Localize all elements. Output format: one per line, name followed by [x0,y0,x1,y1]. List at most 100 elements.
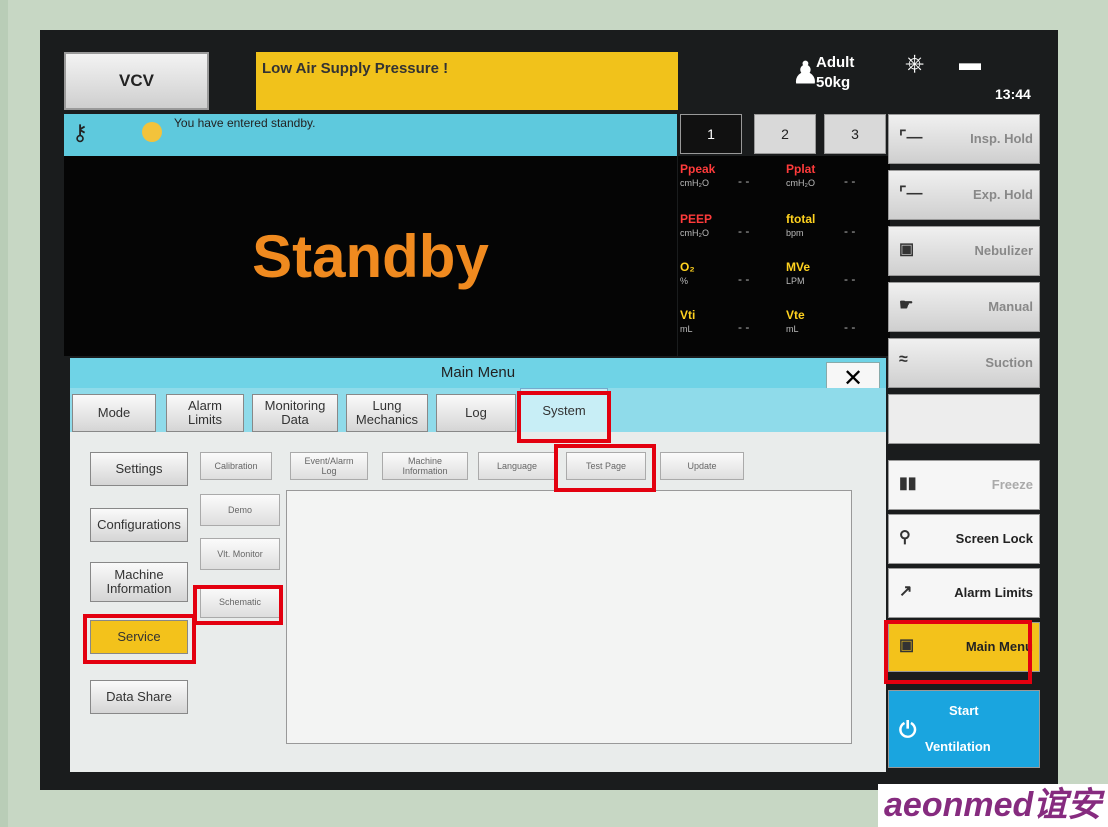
brand-logo: aeonmed谊安 [878,784,1108,827]
person-icon: ♟ [792,57,819,90]
param-6: Vti mL - - [680,308,780,354]
empty-slot [888,394,1040,444]
param-name: Pplat [786,162,816,176]
highlight-service [83,614,196,664]
nebulizer-button[interactable]: ▣ Nebulizer [888,226,1040,276]
highlight-system-tab [517,391,611,443]
service-detail-panel [286,490,852,744]
param-name: PEEP [680,212,713,226]
param-1: Pplat cmH₂O - - [786,162,886,208]
clock-time: 13:44 [995,86,1031,102]
param-tab-2[interactable]: 2 [754,114,816,154]
highlight-main-menu [884,620,1032,684]
param-unit: mL [680,324,693,334]
param-value: - - [738,224,750,238]
suction-button[interactable]: ≈ Suction [888,338,1040,388]
menu-settings[interactable]: Settings [90,452,188,486]
alarm-limits-icon: ↗ [899,583,913,600]
highlight-schematic [193,585,283,625]
battery-icon: ▬ [959,50,981,75]
param-value: - - [844,224,856,238]
ventilation-label: Ventilation [925,739,991,754]
param-unit: mL [786,324,799,334]
param-name: Vte [786,308,805,322]
service-vlt-monitor[interactable]: Vlt. Monitor [200,538,280,570]
param-name: Ppeak [680,162,716,176]
mode-button[interactable]: VCV [64,52,209,110]
standby-display: Standby [64,156,677,356]
freeze-label: Freeze [991,477,1033,492]
param-value: - - [844,320,856,334]
info-bar: ⚷ You have entered standby. [64,114,677,156]
patient-info[interactable]: ♟ Adult 50kg [790,52,890,106]
subtab-calibration[interactable]: Calibration [200,452,272,480]
screen-lock-label: Screen Lock [955,531,1033,546]
parameter-panel: Ppeak cmH₂O - - Pplat cmH₂O - - PEEP cmH₂O - - ft… [678,156,890,356]
patient-weight: 50kg [816,74,851,91]
param-unit: cmH₂O [680,228,709,238]
nebulizer-icon: ▣ [899,241,915,258]
insp-hold-icon: ⌜― [899,129,923,146]
highlight-test-page [554,444,656,492]
param-tab-3[interactable]: 3 [824,114,886,154]
patient-lung-icon: ⚷ [72,120,89,145]
manual-icon: ☛ [899,297,914,314]
subtab-language[interactable]: Language [478,452,556,480]
system-status: ⎈ ▬ 13:44 [895,44,1045,108]
screen-lock-button[interactable]: ⚲ Screen Lock [888,514,1040,564]
menu-data-share[interactable]: Data Share [90,680,188,714]
parameter-tabs: 1 2 3 [678,114,890,156]
tab-mode[interactable]: Mode [72,394,156,432]
power-icon: ⏻ [899,717,917,742]
manual-label: Manual [988,299,1033,314]
tab-alarm-limits[interactable]: Alarm Limits [166,394,244,432]
info-message: You have entered standby. [174,116,316,130]
tab-monitoring-data[interactable]: Monitoring Data [252,394,338,432]
service-demo[interactable]: Demo [200,494,280,526]
insp-hold-button[interactable]: ⌜― Insp. Hold [888,114,1040,164]
lightbulb-icon [142,122,162,142]
alarm-limits-button[interactable]: ↗ Alarm Limits [888,568,1040,618]
main-menu-title: Main Menu [70,358,886,388]
standby-text: Standby [252,222,489,290]
alarm-message[interactable]: Low Air Supply Pressure ! [256,52,678,110]
param-name: MVe [786,260,811,274]
subtab-machine-information[interactable]: Machine Information [382,452,468,480]
param-7: Vte mL - - [786,308,886,354]
param-value: - - [844,272,856,286]
exp-hold-icon: ⌜― [899,185,923,202]
tab-lung-mechanics[interactable]: Lung Mechanics [346,394,428,432]
power-plug-icon: ⎈ [905,50,925,77]
subtab-event-alarm-log[interactable]: Event/Alarm Log [290,452,368,480]
param-name: Vti [680,308,696,322]
exp-hold-label: Exp. Hold [973,187,1033,202]
param-unit: % [680,276,689,286]
suction-icon: ≈ [899,351,908,368]
freeze-button[interactable]: ▮▮ Freeze [888,460,1040,510]
start-ventilation-button[interactable]: ⏻ Start Ventilation [888,690,1040,768]
param-value: - - [738,272,750,286]
menu-machine-information[interactable]: Machine Information [90,562,188,602]
lock-icon: ⚲ [899,529,911,546]
param-unit: bpm [786,228,804,238]
param-4: O₂% - - [680,260,780,306]
param-name: O₂ [680,260,695,274]
insp-hold-label: Insp. Hold [970,131,1033,146]
param-5: MVe LPM - - [786,260,886,306]
param-unit: cmH₂O [786,178,815,188]
nebulizer-label: Nebulizer [974,243,1033,258]
param-3: ftotal bpm - - [786,212,886,258]
param-unit: LPM [786,276,805,286]
tab-log[interactable]: Log [436,394,516,432]
subtab-update[interactable]: Update [660,452,744,480]
exp-hold-button[interactable]: ⌜― Exp. Hold [888,170,1040,220]
param-value: - - [844,174,856,188]
param-unit: cmH₂O [680,178,709,188]
param-name: ftotal [786,212,816,226]
param-tab-1[interactable]: 1 [680,114,742,154]
param-0: Ppeak cmH₂O - - [680,162,780,208]
param-value: - - [738,320,750,334]
manual-button[interactable]: ☛ Manual [888,282,1040,332]
patient-type: Adult [816,54,855,71]
menu-configurations[interactable]: Configurations [90,508,188,542]
